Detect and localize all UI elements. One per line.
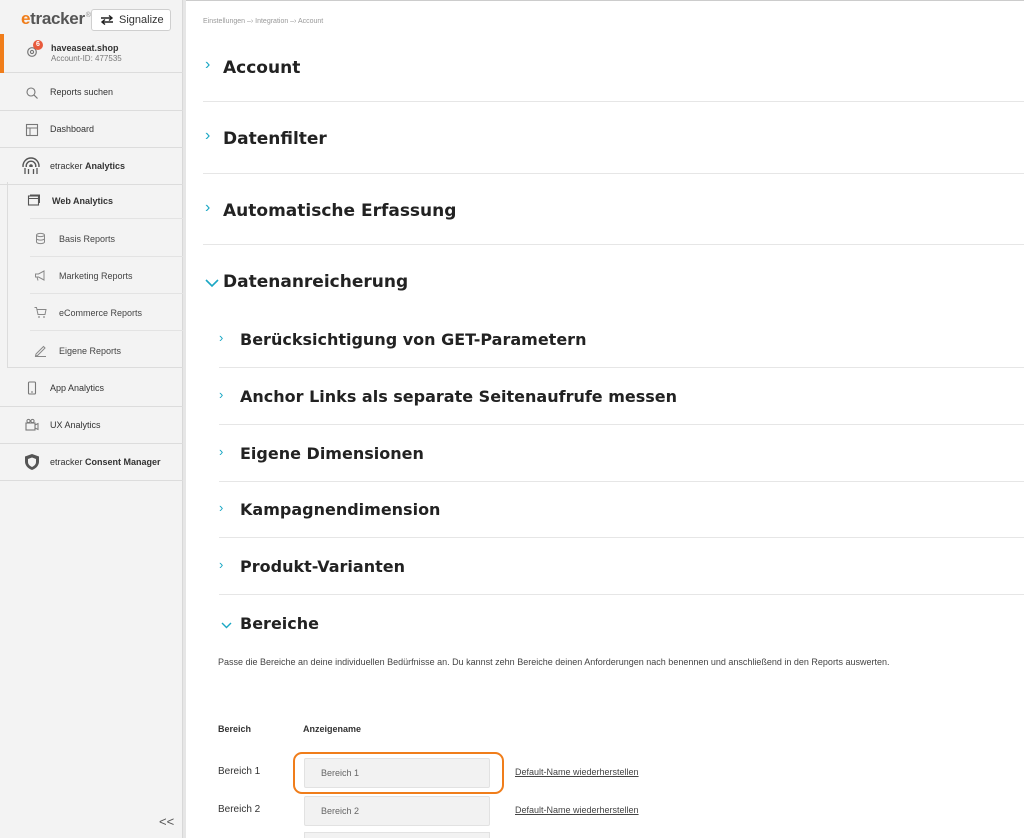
swap-arrows-icon xyxy=(100,15,114,25)
sidebar-item-label: Web Analytics xyxy=(52,196,114,206)
anzeigename-input-partial[interactable] xyxy=(304,832,490,838)
chevron-right-icon: › xyxy=(219,330,224,345)
chevron-right-icon: › xyxy=(219,387,224,402)
section-title: Automatische Erfassung xyxy=(223,201,457,221)
divider xyxy=(30,218,184,219)
section-account[interactable]: › Account xyxy=(203,46,1024,102)
subsection-get-parameter[interactable]: › Berücksichtigung von GET-Parametern xyxy=(219,315,1024,368)
sidebar: etracker® Signalize 6 haveaseat.shop Acc… xyxy=(0,0,184,838)
browser-window-icon xyxy=(27,194,40,206)
anzeigename-input[interactable]: Bereich 1 xyxy=(304,758,490,788)
sidebar-item-label: Basis Reports xyxy=(59,234,116,244)
sidebar-item-label: Marketing Reports xyxy=(59,271,133,281)
restore-default-name-link[interactable]: Default-Name wiederherstellen xyxy=(515,767,639,777)
search-icon xyxy=(26,87,38,99)
web-analytics-panel: Web Analytics Basis Reports Marketing Re… xyxy=(7,182,184,369)
bereich-row-label: Bereich 1 xyxy=(218,766,261,777)
chevron-down-icon xyxy=(205,279,219,288)
dashboard-icon xyxy=(25,123,39,137)
chevron-down-icon xyxy=(221,622,232,629)
sidebar-topbar: etracker® Signalize xyxy=(0,0,183,34)
chevron-right-icon: › xyxy=(205,127,211,144)
megaphone-icon xyxy=(35,270,45,281)
sidebar-item-ux-analytics[interactable]: UX Analytics xyxy=(0,407,183,444)
subsection-title: Kampagnendimension xyxy=(240,500,441,519)
signalize-label: Signalize xyxy=(119,14,164,26)
subsection-eigene-dimensionen[interactable]: › Eigene Dimensionen xyxy=(219,425,1024,482)
column-header-bereich: Bereich xyxy=(218,724,252,734)
chevron-right-icon: › xyxy=(219,444,224,459)
sidebar-item-label: Reports suchen xyxy=(50,87,114,97)
sidebar-item-label: etracker Analytics xyxy=(50,161,125,171)
main-content: Einstellungen –› Integration –› Account … xyxy=(186,0,1024,838)
chevron-right-icon: › xyxy=(219,557,224,572)
sidebar-item-label: eCommerce Reports xyxy=(59,308,143,318)
subsection-produkt-varianten[interactable]: › Produkt-Varianten xyxy=(219,538,1024,595)
cart-icon xyxy=(34,307,47,318)
subsection-anchor-links[interactable]: › Anchor Links als separate Seitenaufruf… xyxy=(219,368,1024,425)
sidebar-item-label: App Analytics xyxy=(50,383,105,393)
signalize-button[interactable]: Signalize xyxy=(91,9,171,31)
subsection-title: Berücksichtigung von GET-Parametern xyxy=(240,330,587,349)
sidebar-item-web-analytics[interactable]: Web Analytics xyxy=(8,182,184,219)
notification-badge: 6 xyxy=(33,40,43,50)
subsection-title: Produkt-Varianten xyxy=(240,557,405,576)
section-datenfilter[interactable]: › Datenfilter xyxy=(203,102,1024,174)
label-bold: Analytics xyxy=(85,161,126,171)
collapse-sidebar-button[interactable]: << xyxy=(159,814,174,829)
active-indicator xyxy=(0,34,4,73)
pen-icon xyxy=(34,345,46,357)
column-header-anzeigename: Anzeigename xyxy=(303,724,362,734)
section-title: Datenanreicherung xyxy=(223,272,409,292)
chevron-right-icon: › xyxy=(205,199,211,216)
sidebar-item-app-analytics[interactable]: App Analytics xyxy=(0,370,183,407)
account-name: haveaseat.shop xyxy=(51,43,119,53)
sidebar-item-label: Dashboard xyxy=(50,124,95,134)
sidebar-item-dashboard[interactable]: Dashboard xyxy=(0,111,183,148)
sidebar-item-label: Eigene Reports xyxy=(59,346,122,356)
label-prefix: etracker xyxy=(50,161,86,171)
subsection-title: Bereiche xyxy=(240,614,319,633)
camera-icon xyxy=(25,418,39,431)
top-divider xyxy=(186,0,1024,1)
section-automatische-erfassung[interactable]: › Automatische Erfassung xyxy=(203,174,1024,245)
chevron-right-icon: › xyxy=(219,500,224,515)
phone-icon xyxy=(27,381,37,395)
bereiche-description: Passe die Bereiche an deine individuelle… xyxy=(218,657,890,667)
section-datenanreicherung[interactable]: Datenanreicherung xyxy=(203,245,1024,310)
account-switcher[interactable]: 6 haveaseat.shop Account-ID: 477535 xyxy=(0,34,183,73)
subsection-kampagnendimension[interactable]: › Kampagnendimension xyxy=(219,482,1024,538)
database-icon xyxy=(36,232,45,245)
sidebar-item-label: UX Analytics xyxy=(50,420,101,430)
sidebar-item-marketing-reports[interactable]: Marketing Reports xyxy=(8,257,184,294)
section-title: Datenfilter xyxy=(223,129,327,149)
sidebar-item-reports-suchen[interactable]: Reports suchen xyxy=(0,74,183,111)
sidebar-item-ecommerce-reports[interactable]: eCommerce Reports xyxy=(8,294,184,331)
sidebar-item-basis-reports[interactable]: Basis Reports xyxy=(8,220,184,257)
account-id: Account-ID: 477535 xyxy=(51,54,122,63)
divider xyxy=(30,330,184,331)
etracker-logo[interactable]: etracker® xyxy=(21,9,91,29)
shield-icon xyxy=(25,454,39,470)
breadcrumb: Einstellungen –› Integration –› Account xyxy=(203,18,324,25)
sidebar-item-eigene-reports[interactable]: Eigene Reports xyxy=(8,332,184,369)
restore-default-name-link[interactable]: Default-Name wiederherstellen xyxy=(515,805,639,815)
analytics-logo-icon xyxy=(22,157,40,175)
section-title: Account xyxy=(223,58,301,78)
chevron-right-icon: › xyxy=(205,56,211,73)
subsection-title: Anchor Links als separate Seitenaufrufe … xyxy=(240,387,678,406)
sidebar-item-etracker-analytics[interactable]: etracker Analytics xyxy=(0,148,183,185)
anzeigename-input[interactable]: Bereich 2 xyxy=(304,796,490,826)
bereich-row-label: Bereich 2 xyxy=(218,804,261,815)
label-prefix: etracker xyxy=(50,457,86,467)
sidebar-item-label: etracker Consent Manager xyxy=(50,457,161,467)
subsection-bereiche[interactable]: Bereiche xyxy=(219,595,1024,639)
label-bold: Consent Manager xyxy=(85,457,161,467)
sidebar-item-consent-manager[interactable]: etracker Consent Manager xyxy=(0,444,183,481)
subsection-title: Eigene Dimensionen xyxy=(240,444,424,463)
